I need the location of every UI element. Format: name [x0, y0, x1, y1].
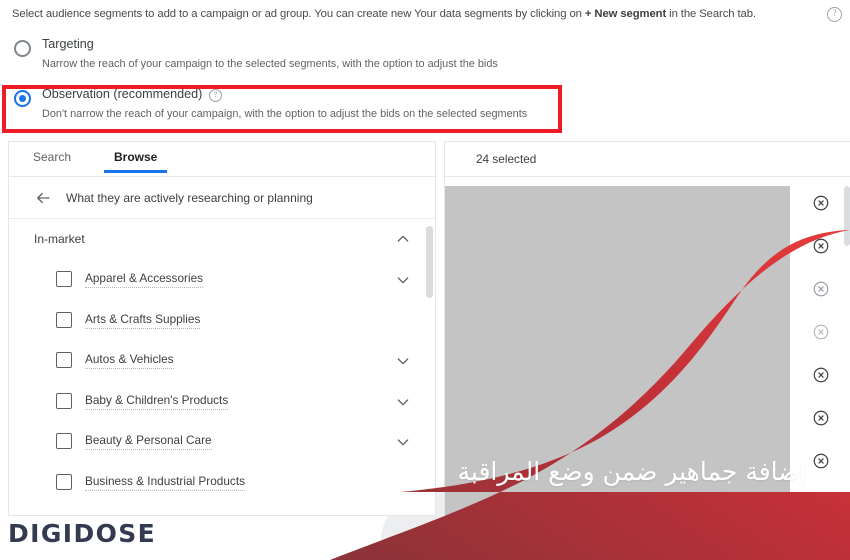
- chevron-down-icon[interactable]: [395, 394, 411, 410]
- segment-checkbox[interactable]: [56, 311, 72, 328]
- tab-search[interactable]: Search: [33, 150, 71, 164]
- digidose-logo: DIGIDOSE: [8, 519, 157, 548]
- radio-option-observation-label: Observation (recommended)?: [42, 87, 223, 102]
- instruction-text-pre: Select audience segments to add to a cam…: [12, 7, 585, 20]
- browse-panel: Search Browse What they are actively res…: [8, 141, 436, 516]
- segment-checkbox[interactable]: [56, 473, 72, 490]
- segment-list: Apparel & Accessories Arts & Crafts Supp…: [9, 259, 435, 516]
- left-panel-scrollbar-thumb[interactable]: [426, 226, 433, 298]
- selected-count-label: 24 selected: [476, 152, 537, 166]
- chevron-down-icon[interactable]: [395, 272, 411, 288]
- segment-label: Beauty & Personal Care: [85, 433, 212, 450]
- help-circle-icon[interactable]: ?: [827, 7, 842, 22]
- segment-label: Apparel & Accessories: [85, 271, 204, 288]
- instruction-text-post: in the Search tab.: [666, 7, 756, 20]
- arrow-left-icon[interactable]: [34, 189, 52, 207]
- tab-browse[interactable]: Browse: [103, 150, 168, 173]
- list-item[interactable]: Beauty & Personal Care: [9, 421, 435, 462]
- panel-tabs: Search Browse: [9, 142, 435, 177]
- breadcrumb: What they are actively researching or pl…: [9, 177, 435, 219]
- list-item[interactable]: Arts & Crafts Supplies: [9, 300, 435, 341]
- screenshot-root: Select audience segments to add to a cam…: [0, 0, 850, 560]
- remove-circle-x-icon[interactable]: [812, 237, 830, 255]
- help-circle-icon[interactable]: ?: [209, 89, 223, 102]
- segment-label: Baby & Children's Products: [85, 393, 229, 410]
- instruction-bar: Select audience segments to add to a cam…: [0, 0, 850, 27]
- list-item[interactable]: Autos & Vehicles: [9, 340, 435, 381]
- segment-label: Autos & Vehicles: [85, 352, 174, 369]
- segment-checkbox[interactable]: [56, 271, 72, 287]
- chevron-down-icon[interactable]: [395, 434, 411, 450]
- list-item[interactable]: Baby & Children's Products: [9, 381, 435, 422]
- selected-count-bar: 24 selected: [445, 142, 850, 177]
- segment-checkbox[interactable]: [56, 352, 72, 368]
- segment-checkbox[interactable]: [56, 433, 72, 449]
- segment-label: Business & Industrial Products: [85, 474, 245, 491]
- right-panel-scrollbar-thumb[interactable]: [844, 186, 850, 246]
- radio-targeting[interactable]: [14, 40, 31, 57]
- group-header-in-market[interactable]: In-market: [9, 219, 435, 259]
- remove-circle-x-icon[interactable]: [812, 323, 830, 341]
- remove-circle-x-icon[interactable]: [812, 409, 830, 427]
- segment-label: Arts & Crafts Supplies: [85, 312, 201, 329]
- chevron-down-icon[interactable]: [395, 353, 411, 369]
- remove-circle-x-icon[interactable]: [812, 366, 830, 384]
- breadcrumb-label: What they are actively researching or pl…: [66, 191, 313, 205]
- new-segment-link[interactable]: + New segment: [585, 8, 666, 20]
- list-item[interactable]: Business & Industrial Products: [9, 462, 435, 503]
- observation-label-text: Observation (recommended): [42, 87, 203, 101]
- group-label: In-market: [34, 232, 85, 246]
- radio-option-targeting-description: Narrow the reach of your campaign to the…: [42, 58, 498, 70]
- list-item[interactable]: Apparel & Accessories: [9, 259, 435, 300]
- instruction-text: Select audience segments to add to a cam…: [0, 8, 756, 20]
- radio-option-observation-description: Don't narrow the reach of your campaign,…: [42, 108, 528, 120]
- chevron-up-icon[interactable]: [395, 231, 411, 247]
- radio-observation[interactable]: [14, 90, 31, 107]
- remove-circle-x-icon[interactable]: [812, 194, 830, 212]
- arabic-caption: إضافة جماهير ضمن وضع المراقبة: [457, 457, 807, 486]
- segment-checkbox[interactable]: [56, 392, 72, 409]
- remove-circle-x-icon[interactable]: [812, 280, 830, 298]
- radio-option-targeting-label: Targeting: [42, 37, 94, 51]
